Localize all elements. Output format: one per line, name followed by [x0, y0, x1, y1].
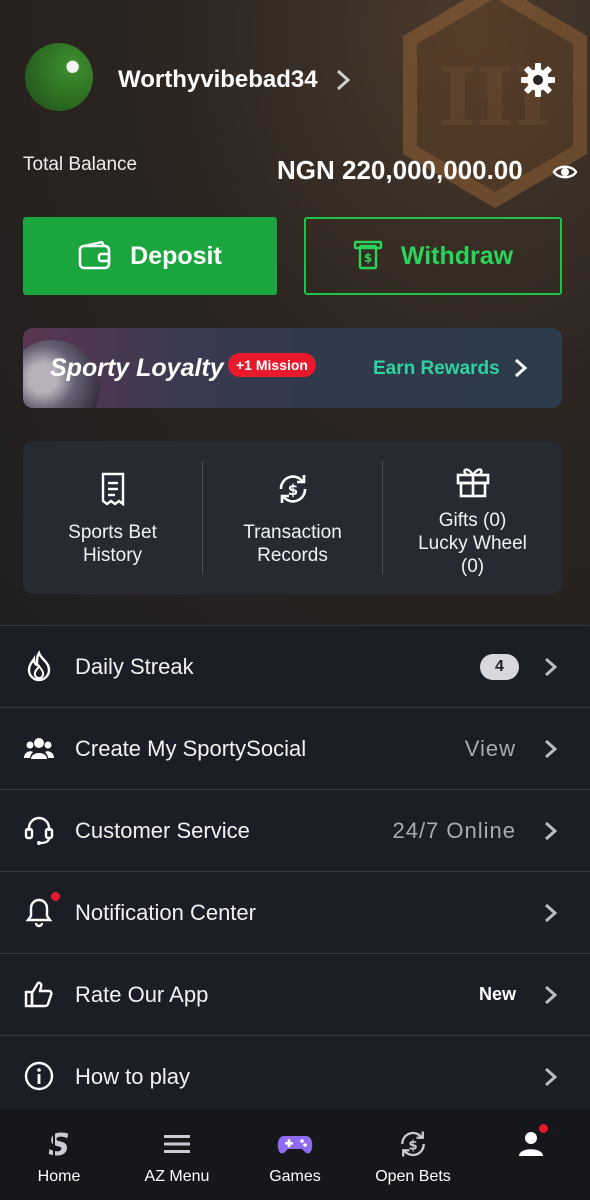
- svg-text:$: $: [287, 481, 297, 499]
- nav-label: Games: [269, 1168, 321, 1185]
- receipt-icon: [101, 472, 124, 507]
- svg-text:S: S: [48, 1128, 70, 1160]
- chevron-right-icon: [545, 985, 558, 1005]
- gifts-lucky-wheel-link[interactable]: Gifts (0) Lucky Wheel (0): [383, 441, 562, 594]
- menu-item-rate-our-app[interactable]: Rate Our App New: [0, 953, 590, 1035]
- earn-rewards-link[interactable]: Earn Rewards: [373, 358, 500, 380]
- hamburger-icon: [164, 1135, 190, 1153]
- chevron-right-icon: [545, 821, 558, 841]
- transaction-records-link[interactable]: $ Transaction Records: [203, 441, 382, 594]
- thumbs-up-icon: [24, 981, 53, 1008]
- quick-link-label: Sports Bet: [68, 522, 157, 543]
- username[interactable]: Worthyvibebad34: [118, 66, 318, 94]
- quick-link-label: Lucky Wheel: [418, 533, 527, 554]
- quick-links-card: Sports Bet History $ Transaction Records: [23, 441, 562, 594]
- withdraw-label: Withdraw: [400, 241, 514, 270]
- rank-badge-icon: III: [403, 0, 587, 209]
- chevron-right-icon: [545, 903, 558, 923]
- gear-icon[interactable]: [518, 60, 558, 100]
- nav-home[interactable]: S Home: [0, 1110, 118, 1200]
- wallet-icon: [78, 241, 111, 270]
- menu-item-label: Create My SportySocial: [75, 735, 307, 761]
- gift-icon: [456, 468, 489, 498]
- nav-label: AZ Menu: [144, 1168, 210, 1185]
- menu-item-label: Notification Center: [75, 899, 256, 925]
- nav-me[interactable]: [472, 1110, 590, 1200]
- eye-icon[interactable]: [552, 159, 578, 185]
- svg-text:$: $: [408, 1138, 417, 1153]
- balance-label: Total Balance: [23, 154, 138, 175]
- mission-badge: +1 Mission: [228, 353, 316, 377]
- chevron-right-icon[interactable]: [333, 68, 353, 92]
- chevron-right-icon: [545, 657, 558, 677]
- currency-refresh-icon: $: [401, 1131, 425, 1157]
- quick-link-label: Records: [257, 545, 328, 566]
- nav-label: Home: [37, 1168, 81, 1185]
- chevron-right-icon: [515, 358, 528, 378]
- nav-label: Open Bets: [375, 1168, 451, 1185]
- menu-item-value: View: [464, 735, 516, 761]
- notification-dot: [539, 1124, 548, 1133]
- chevron-right-icon: [545, 739, 558, 759]
- quick-link-label: (0): [460, 556, 485, 577]
- menu-item-daily-streak[interactable]: Daily Streak 4: [0, 625, 590, 707]
- svg-text:$: $: [364, 251, 372, 265]
- nav-az-menu[interactable]: AZ Menu: [118, 1110, 236, 1200]
- settings-menu: Daily Streak 4 Create My SportySocial Vi…: [0, 625, 590, 1117]
- info-icon: [24, 1061, 54, 1091]
- gamepad-icon: [277, 1136, 313, 1154]
- menu-item-how-to-play[interactable]: How to play: [0, 1035, 590, 1117]
- menu-item-label: Customer Service: [75, 817, 250, 843]
- quick-link-label: History: [82, 545, 143, 566]
- deposit-label: Deposit: [130, 241, 222, 270]
- deposit-button[interactable]: Deposit: [23, 217, 277, 295]
- menu-item-customer-service[interactable]: Customer Service 24/7 Online: [0, 789, 590, 871]
- quick-link-label: Transaction: [243, 522, 342, 543]
- group-icon: [24, 738, 54, 759]
- balance-value: NGN 220,000,000.00: [277, 155, 523, 185]
- quick-link-label: Gifts (0): [438, 510, 507, 531]
- withdraw-button[interactable]: $ Withdraw: [304, 217, 562, 295]
- bottom-navigation: S Home AZ Menu Games $ Open Bets: [0, 1110, 590, 1200]
- flame-icon: [27, 650, 51, 682]
- menu-item-label: How to play: [75, 1063, 190, 1089]
- menu-item-label: Rate Our App: [75, 981, 209, 1007]
- unread-dot: [51, 892, 60, 901]
- menu-item-notification-center[interactable]: Notification Center: [0, 871, 590, 953]
- account-header: III Worthyvibebad34 Total Balance NGN 22…: [0, 0, 590, 625]
- menu-item-label: Daily Streak: [75, 653, 194, 679]
- cash-withdraw-icon: $: [353, 240, 383, 270]
- headset-icon: [24, 816, 54, 845]
- sports-bet-history-link[interactable]: Sports Bet History: [23, 441, 202, 594]
- bell-icon: [25, 898, 53, 928]
- streak-count-badge: 4: [480, 654, 519, 680]
- loyalty-title: Sporty Loyalty: [50, 354, 224, 382]
- loyalty-banner[interactable]: Sporty Loyalty +1 Mission Earn Rewards: [23, 328, 562, 408]
- avatar[interactable]: [25, 43, 93, 111]
- nav-games[interactable]: Games: [236, 1110, 354, 1200]
- menu-item-sportysocial[interactable]: Create My SportySocial View: [0, 707, 590, 789]
- chevron-right-icon: [545, 1067, 558, 1087]
- menu-item-value: 24/7 Online: [392, 817, 516, 843]
- currency-refresh-icon: $: [279, 475, 306, 503]
- nav-open-bets[interactable]: $ Open Bets: [354, 1110, 472, 1200]
- sporty-logo-icon: S: [48, 1128, 70, 1160]
- new-tag: New: [478, 984, 516, 1004]
